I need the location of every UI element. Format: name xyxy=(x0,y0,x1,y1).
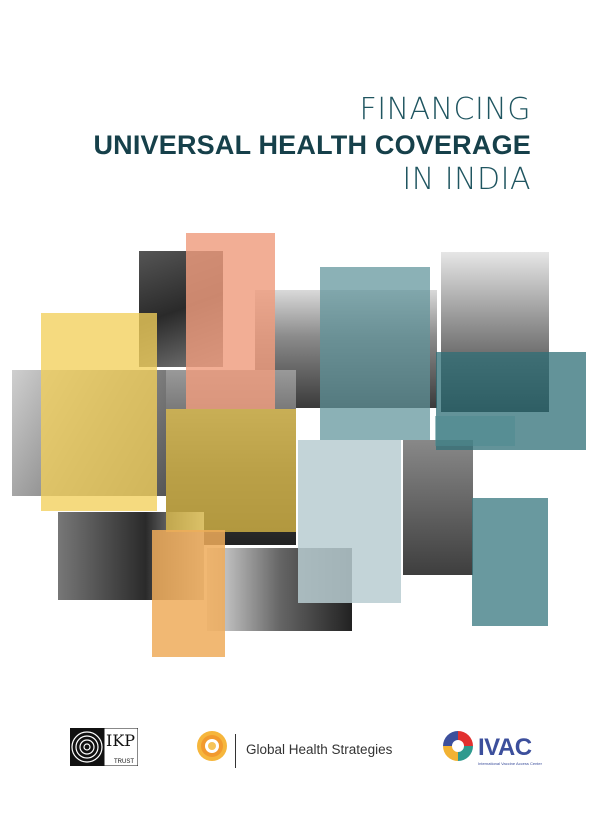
yellow-block-left xyxy=(41,313,157,511)
light-teal-block xyxy=(298,440,401,603)
ikp-letters: IKP xyxy=(106,731,135,750)
teal-block-bottom xyxy=(472,498,548,626)
ikp-trust-logo: IKP TRUST xyxy=(70,728,138,766)
ikp-trust-word: TRUST xyxy=(114,759,134,765)
salmon-block xyxy=(186,233,275,409)
photo-collage xyxy=(0,0,605,818)
teal-block-top xyxy=(320,267,430,440)
partner-logos: IKP TRUST Global Health Strategies IVAC … xyxy=(0,720,605,780)
ivac-subtitle: International Vaccine Access Center xyxy=(478,761,542,766)
ghs-divider xyxy=(235,734,236,768)
orange-block xyxy=(152,530,225,657)
photo-doctor-baby xyxy=(403,440,473,575)
ghs-name: Global Health Strategies xyxy=(246,742,393,757)
ivac-swirl-icon xyxy=(443,731,473,761)
ivac-name: IVAC xyxy=(478,734,532,761)
yellow-block-center xyxy=(166,409,296,532)
ghs-sun-icon xyxy=(197,731,227,761)
teal-thin-block xyxy=(435,416,515,446)
